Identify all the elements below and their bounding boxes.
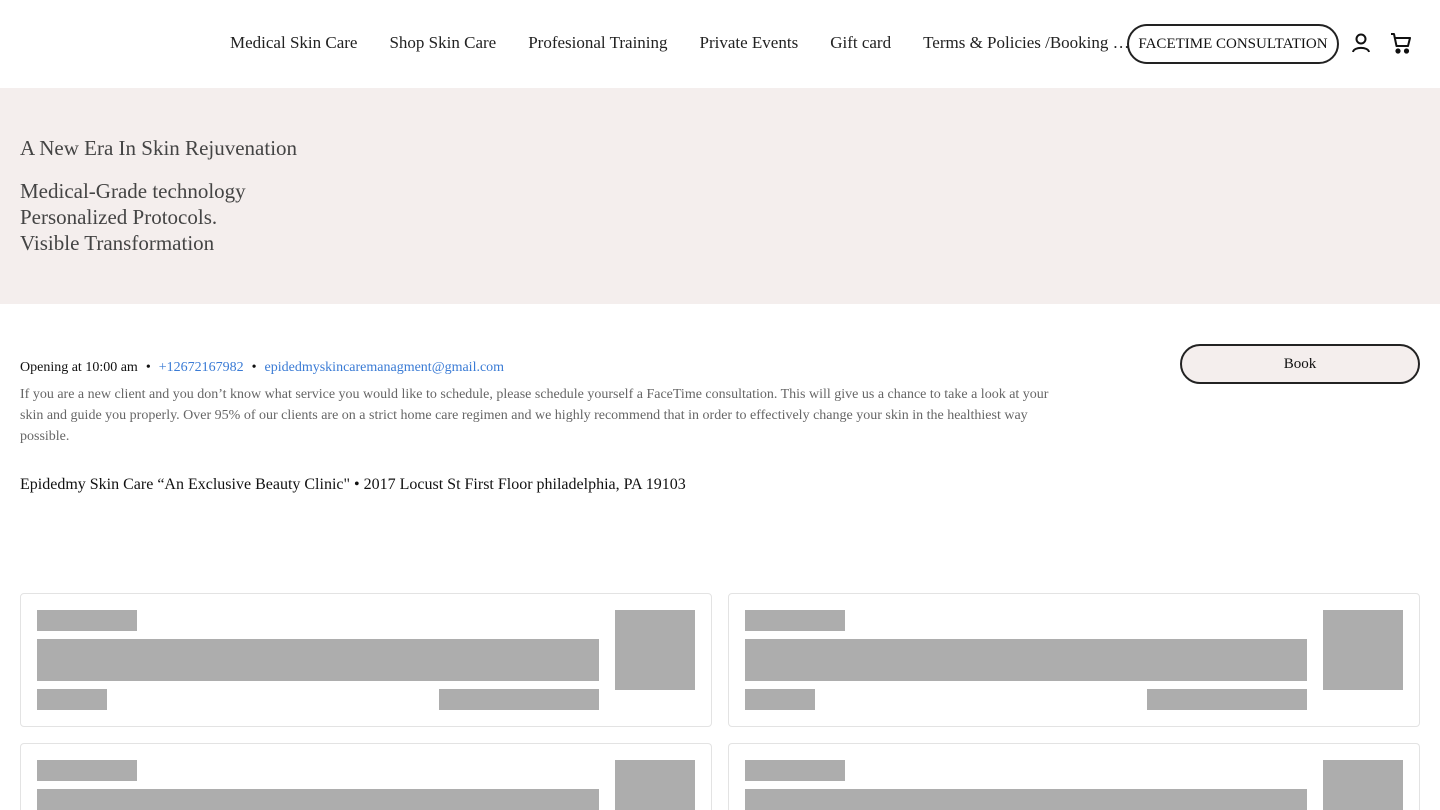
skeleton-block <box>745 639 1307 681</box>
skeleton-block <box>439 689 599 710</box>
skeleton-block <box>745 689 815 710</box>
skeleton-block <box>745 789 1307 810</box>
cart-icon[interactable] <box>1388 30 1414 56</box>
service-card-skeleton <box>728 593 1420 727</box>
skeleton-image <box>1323 610 1403 690</box>
facetime-consultation-button[interactable]: FACETIME CONSULTATION <box>1127 24 1339 64</box>
account-icon[interactable] <box>1348 30 1374 56</box>
separator: • <box>145 360 151 375</box>
skeleton-block <box>37 610 137 631</box>
hero-banner: A New Era In Skin Rejuvenation Medical-G… <box>0 88 1440 304</box>
skeleton-block <box>37 639 599 681</box>
hero-title: A New Era In Skin Rejuvenation <box>20 136 298 160</box>
skeleton-block <box>745 760 845 781</box>
hero-line: Visible Transformation <box>20 231 215 255</box>
nav-medical-skin-care[interactable]: Medical Skin Care <box>230 33 357 53</box>
service-card-skeleton <box>728 743 1420 810</box>
skeleton-block <box>37 789 599 810</box>
nav-profesional-training[interactable]: Profesional Training <box>528 33 667 53</box>
skeleton-image <box>615 760 695 810</box>
skeleton-block <box>1147 689 1307 710</box>
phone-link[interactable]: +12672167982 <box>159 360 244 376</box>
main-nav: Medical Skin Care Shop Skin Care Profesi… <box>230 0 1131 86</box>
book-button[interactable]: Book <box>1180 344 1420 384</box>
service-card-skeleton <box>20 593 712 727</box>
hero-line: Medical-Grade technology <box>20 179 246 203</box>
business-description: If you are a new client and you don’t kn… <box>20 387 1049 444</box>
nav-private-events[interactable]: Private Events <box>700 33 799 53</box>
business-info: Opening at 10:00 am • +12672167982 • epi… <box>20 360 1060 447</box>
email-link[interactable]: epidedmyskincaremanagment@gmail.com <box>265 360 505 376</box>
skeleton-image <box>615 610 695 690</box>
site-header: Medical Skin Care Shop Skin Care Profesi… <box>0 0 1440 88</box>
opening-hours: Opening at 10:00 am <box>20 360 138 375</box>
skeleton-image <box>1323 760 1403 810</box>
skeleton-block <box>37 760 137 781</box>
nav-gift-card[interactable]: Gift card <box>830 33 891 53</box>
contact-row: Opening at 10:00 am • +12672167982 • epi… <box>20 360 1060 376</box>
service-card-skeleton <box>20 743 712 810</box>
hero-taglines: Medical-Grade technology Personalized Pr… <box>20 178 246 256</box>
hero-line: Personalized Protocols. <box>20 205 218 229</box>
skeleton-block <box>745 610 845 631</box>
nav-terms-policies[interactable]: Terms & Policies /Booking / Cancellation <box>923 33 1131 53</box>
skeleton-block <box>37 689 107 710</box>
separator: • <box>251 360 257 375</box>
nav-shop-skin-care[interactable]: Shop Skin Care <box>389 33 496 53</box>
business-address: Epidedmy Skin Care “An Exclusive Beauty … <box>20 476 686 493</box>
